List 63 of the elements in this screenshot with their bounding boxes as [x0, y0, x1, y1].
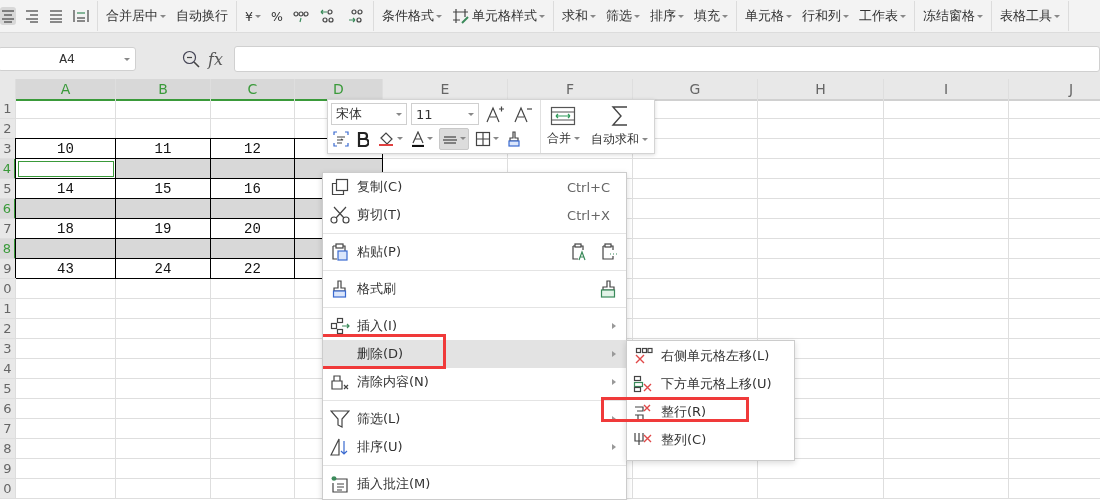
toolbar-button[interactable]: 单元格样式 — [450, 5, 546, 27]
row-header[interactable]: 7 — [0, 419, 16, 439]
toolbar-button[interactable]: 单元格 — [743, 5, 793, 27]
menu-item[interactable]: 剪切(T) Ctrl+X — [323, 201, 626, 229]
name-box[interactable]: A4 — [0, 47, 136, 71]
toolbar-button[interactable]: 条件格式 — [380, 5, 443, 27]
menu-item[interactable]: 整列(C) — [627, 426, 794, 454]
toolbar-button[interactable]: ¥ — [244, 6, 262, 26]
menu-item[interactable]: 格式刷 — [323, 275, 626, 303]
menu-item[interactable]: 右侧单元格左移(L) — [627, 342, 794, 370]
row-header[interactable]: 7 — [0, 219, 16, 239]
row-header[interactable]: 1 — [0, 299, 16, 319]
column-header[interactable]: G — [633, 79, 758, 101]
row-header[interactable]: 8 — [0, 439, 16, 459]
menu-item[interactable]: 插入批注(M) — [323, 470, 626, 498]
column-header[interactable]: F — [508, 79, 633, 101]
menu-item[interactable]: 排序(U) — [323, 433, 626, 461]
toolbar-button[interactable]: 排序 — [648, 5, 685, 27]
menu-item[interactable]: 删除(D) — [323, 340, 626, 368]
shortcut-text: Ctrl+C — [566, 179, 610, 195]
toolbar-button[interactable]: 工作表 — [857, 5, 907, 27]
font-size-select[interactable]: 11 — [411, 103, 479, 126]
row-header[interactable]: 5 — [0, 179, 16, 199]
toolbar-button[interactable]: % — [269, 6, 284, 26]
row-header[interactable]: 0 — [0, 279, 16, 299]
column-header[interactable]: H — [758, 79, 884, 101]
toolbar-button[interactable]: 自动换行 — [175, 5, 229, 27]
toolbar-button[interactable]: 表格工具 — [998, 5, 1061, 27]
table-cell: 24 — [116, 259, 211, 279]
function-button[interactable]: fx — [208, 49, 223, 69]
menu-item[interactable]: 复制(C) Ctrl+C — [323, 173, 626, 201]
menu-item[interactable]: 粘贴(P) — [323, 238, 626, 266]
row-header[interactable]: 3 — [0, 339, 16, 359]
column-header[interactable]: J — [1009, 79, 1100, 101]
toolbar-button[interactable]: 求和 — [560, 5, 597, 27]
menu-item[interactable]: 下方单元格上移(U) — [627, 370, 794, 398]
menu-item[interactable]: 筛选(L) — [323, 405, 626, 433]
toolbar-button[interactable]: 自动求和 — [591, 131, 649, 148]
row-header[interactable]: 9 — [0, 459, 16, 479]
row-header[interactable]: 9 — [0, 259, 16, 279]
toolbar-button[interactable]: 冻结窗格 — [921, 5, 984, 27]
toolbar-button[interactable]: 合并居中 — [105, 5, 167, 27]
menu-item[interactable]: 整行(R) — [627, 398, 794, 426]
row-header[interactable]: 1 — [0, 99, 16, 119]
row-header[interactable]: 3 — [0, 139, 16, 159]
toolbar-button[interactable]: 筛选 — [604, 5, 641, 27]
row-header[interactable]: 2 — [0, 319, 16, 339]
toolbar-button[interactable]: 填充 — [692, 5, 729, 27]
row-header[interactable]: 2 — [0, 119, 16, 139]
font-select[interactable]: 宋体 — [331, 103, 407, 126]
row-header[interactable]: 5 — [0, 379, 16, 399]
row-header[interactable]: 0 — [0, 479, 16, 499]
menu-item[interactable]: 清除内容(N) — [323, 368, 626, 396]
row-header[interactable]: 6 — [0, 399, 16, 419]
column-header[interactable]: E — [383, 79, 508, 101]
table-cell: 43 — [16, 259, 116, 279]
toolbar-button[interactable]: 行和列 — [800, 5, 850, 27]
toolbar-button[interactable]: 合并 — [546, 130, 580, 147]
column-header[interactable]: I — [884, 79, 1009, 101]
menu-item[interactable]: 插入(I) — [323, 312, 626, 340]
shortcut-text: Ctrl+X — [567, 207, 610, 223]
table-cell: 22 — [211, 259, 295, 279]
row-header[interactable]: 4 — [0, 359, 16, 379]
